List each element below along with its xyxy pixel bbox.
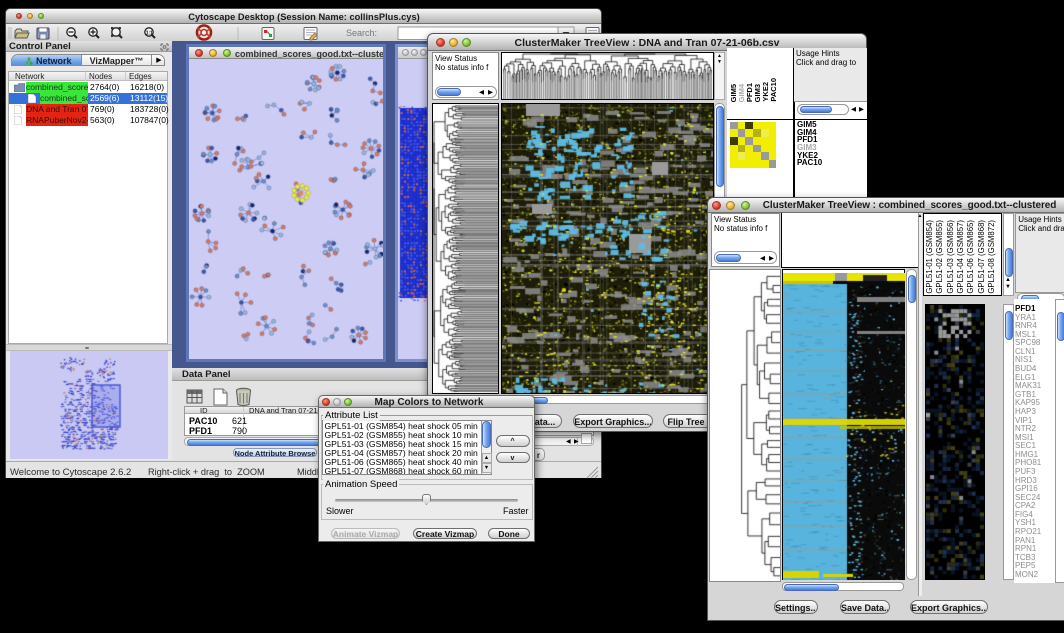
svg-text:Search:: Search: — [346, 28, 377, 38]
svg-text:1:1: 1:1 — [146, 30, 153, 36]
